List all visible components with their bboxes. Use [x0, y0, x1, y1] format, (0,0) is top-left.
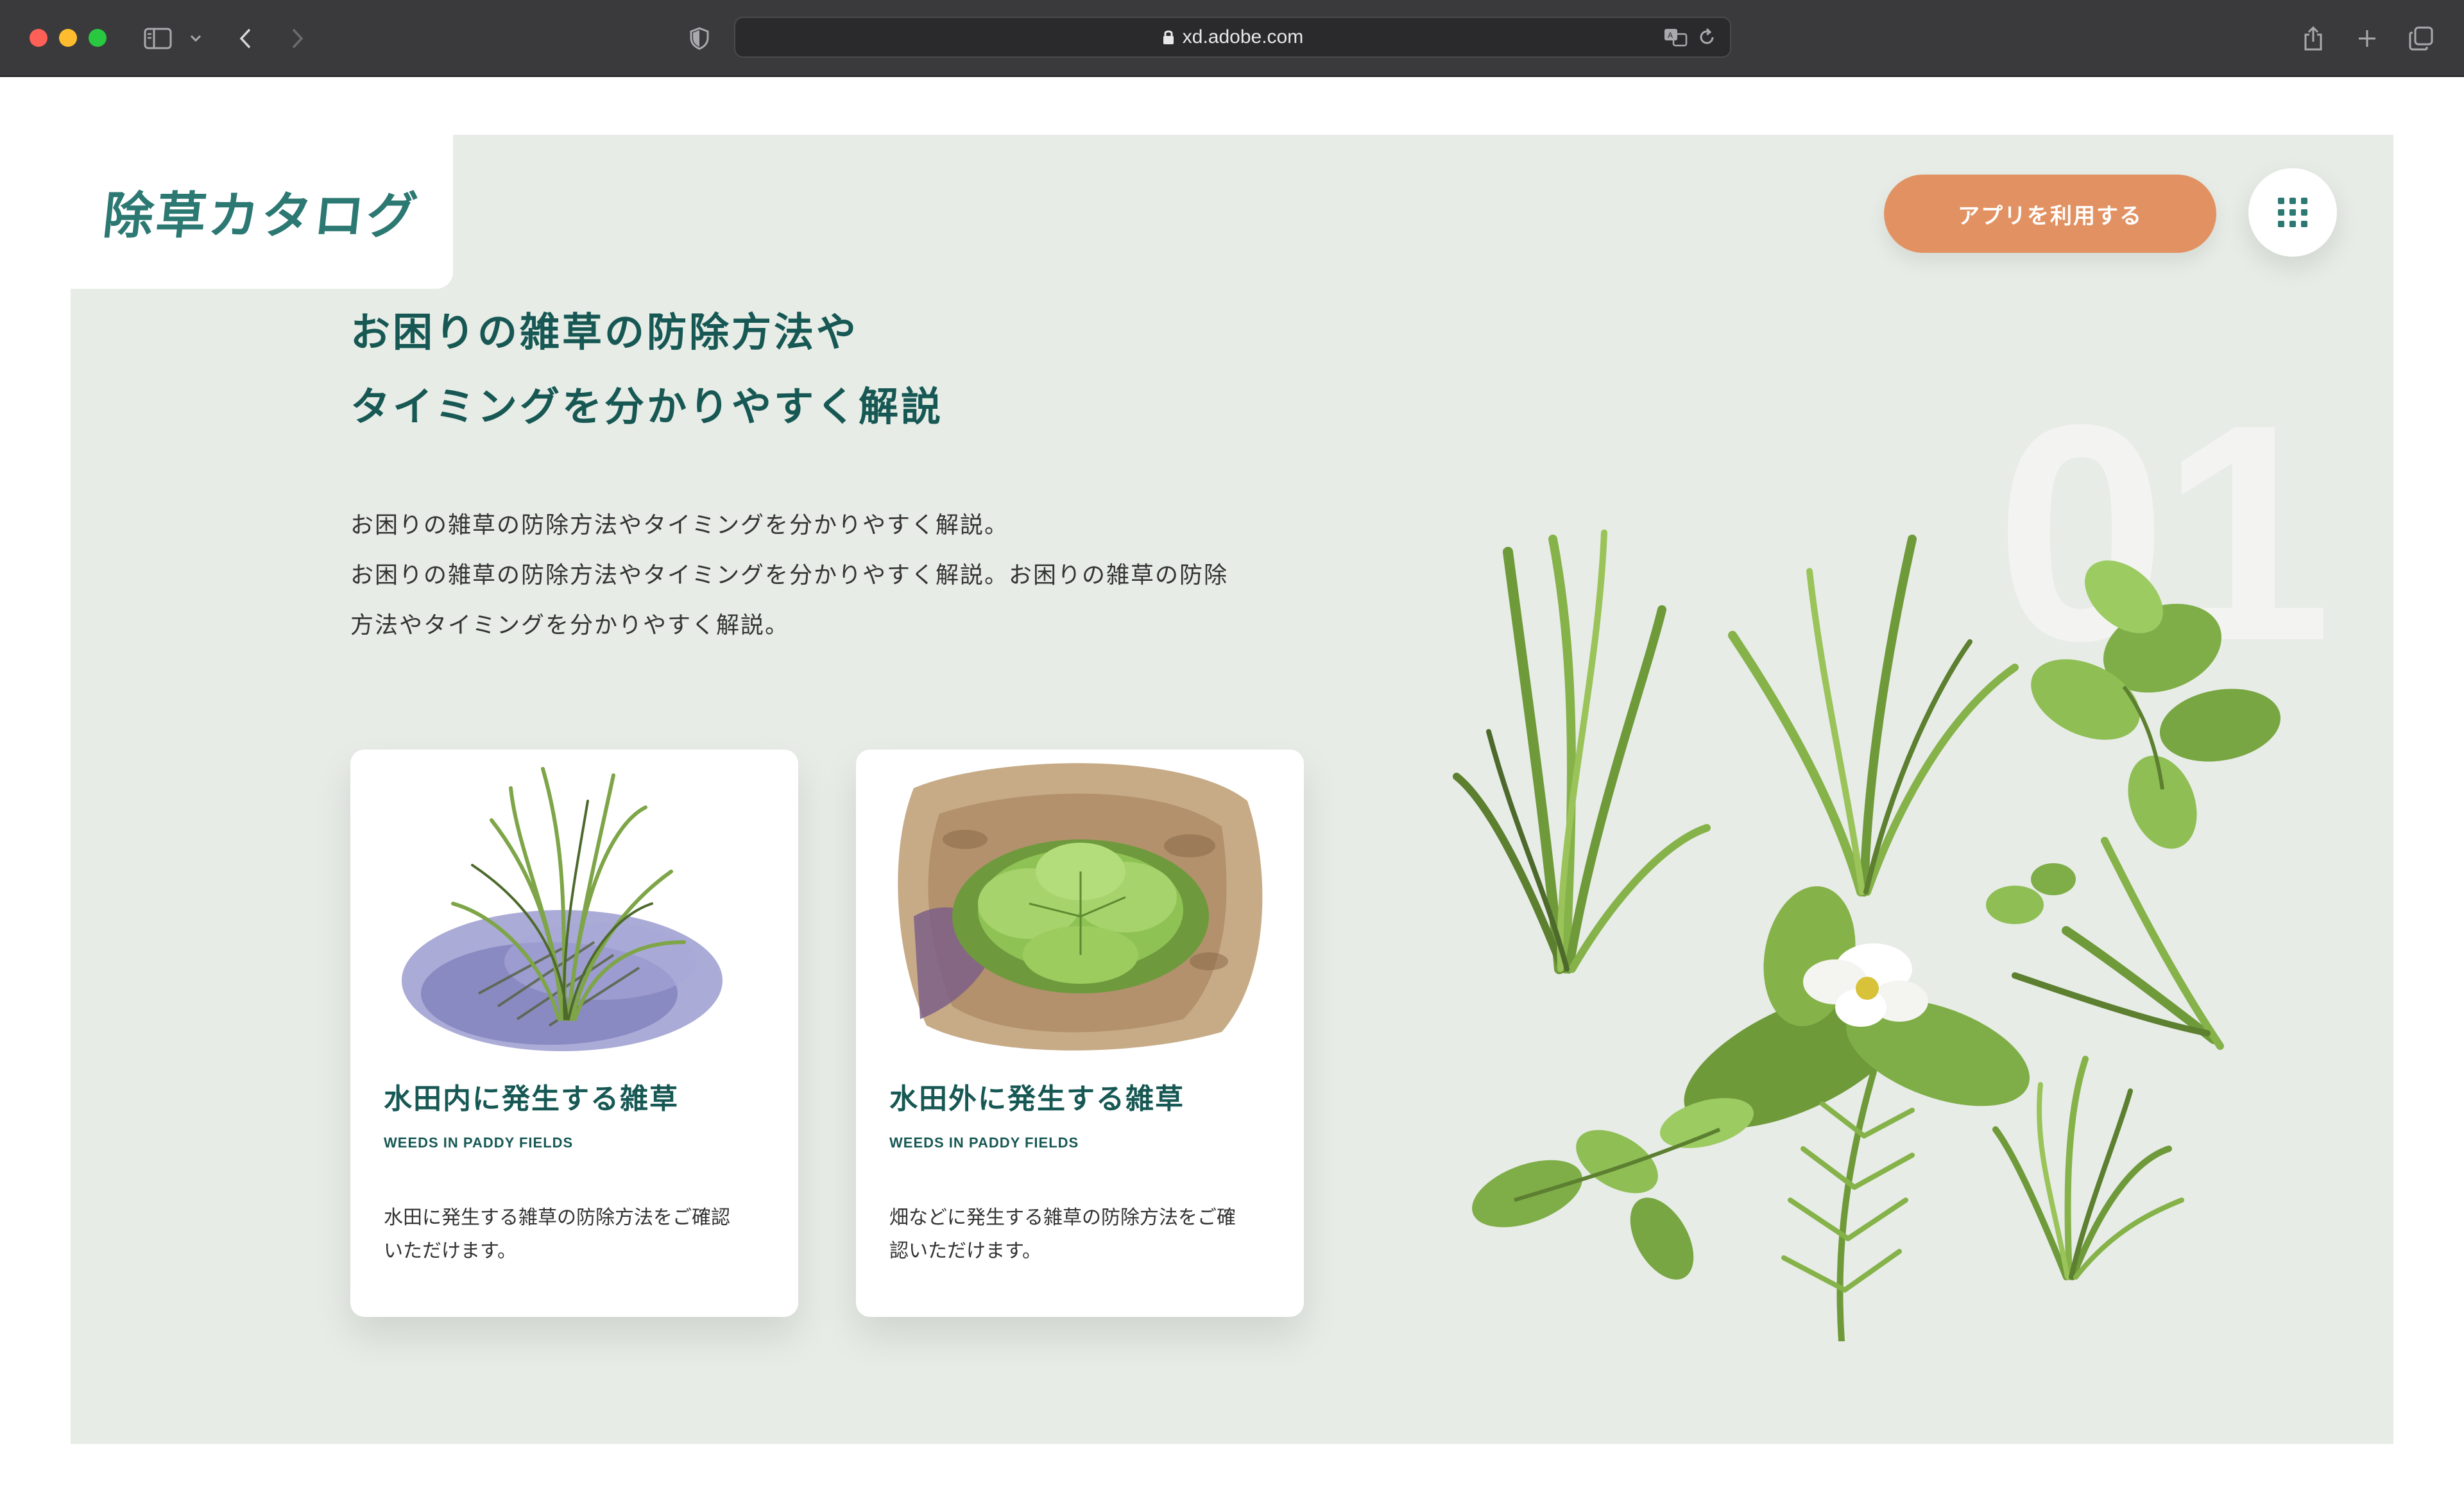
svg-text:A: A — [1668, 31, 1673, 40]
small-leaf-weed-plant — [1472, 1098, 1754, 1280]
rice-weed-illustration — [402, 767, 723, 1051]
grid-menu-button[interactable] — [2248, 168, 2337, 257]
card-subtitle: WEEDS IN PADDY FIELDS — [889, 1135, 1079, 1151]
shield-icon[interactable] — [685, 21, 714, 56]
card-description: 水田に発生する雑草の防除方法をご確認 いただけます。 — [384, 1201, 769, 1268]
hero-description: お困りの雑草の防除方法やタイミングを分かりやすく解説。 お困りの雑草の防除方法や… — [350, 501, 1351, 651]
grass-plant — [1728, 535, 2019, 897]
close-window-button[interactable] — [30, 29, 47, 47]
headline-line-2: タイミングを分かりやすく解説 — [350, 383, 944, 430]
tabs-icon[interactable] — [2405, 21, 2437, 56]
field-weed-illustration — [898, 763, 1263, 1051]
leafy-weed-plant — [2031, 560, 2281, 849]
url-text: xd.adobe.com — [1182, 26, 1304, 47]
logo-container[interactable]: 除草カタログ — [71, 135, 453, 289]
back-icon[interactable] — [231, 21, 259, 56]
translate-icon[interactable]: A — [1663, 24, 1689, 50]
hero-section: 除草カタログ アプリを利用する お困りの雑草の防除方法や タイミングを分かりやす… — [71, 135, 2393, 1444]
hero-headline: お困りの雑草の防除方法や タイミングを分かりやすく解説 — [350, 295, 943, 444]
tall-grass-plant — [1453, 529, 1711, 974]
description-line-3: 方法やタイミングを分かりやすく解説。 — [350, 612, 790, 639]
web-page: 除草カタログ アプリを利用する お困りの雑草の防除方法や タイミングを分かりやす… — [0, 77, 2464, 1503]
sidebar-icon[interactable] — [140, 21, 176, 56]
card-description-line-1: 水田に発生する雑草の防除方法をご確認 — [384, 1207, 730, 1229]
card-description-line-2: いただけます。 — [384, 1240, 517, 1262]
browser-toolbar: xd.adobe.com A — [0, 0, 2464, 77]
card-description-line-1: 畑などに発生する雑草の防除方法をご確 — [889, 1207, 1236, 1229]
weed-collection-illustration — [1453, 529, 2281, 1341]
category-card-paddy-inside[interactable]: 水田内に発生する雑草 WEEDS IN PADDY FIELDS 水田に発生する… — [350, 750, 798, 1317]
description-line-2: お困りの雑草の防除方法やタイミングを分かりやすく解説。お困りの雑草の防除 — [350, 562, 1229, 588]
zoom-window-button[interactable] — [89, 29, 107, 47]
card-description: 畑などに発生する雑草の防除方法をご確 認いただけます。 — [889, 1201, 1274, 1268]
chevron-down-icon[interactable] — [186, 21, 205, 56]
minimize-window-button[interactable] — [59, 29, 77, 47]
address-bar[interactable]: xd.adobe.com A — [734, 17, 1731, 58]
reload-icon[interactable] — [1694, 24, 1720, 50]
card-title: 水田外に発生する雑草 — [889, 1083, 1185, 1115]
forward-icon[interactable] — [284, 21, 312, 56]
lock-icon — [1163, 30, 1174, 44]
category-card-paddy-outside[interactable]: 水田外に発生する雑草 WEEDS IN PADDY FIELDS 畑などに発生す… — [856, 750, 1304, 1317]
share-icon[interactable] — [2297, 21, 2329, 56]
use-app-button[interactable]: アプリを利用する — [1884, 175, 2216, 253]
plus-icon[interactable] — [2351, 21, 2383, 56]
card-subtitle: WEEDS IN PADDY FIELDS — [384, 1135, 574, 1151]
grid-menu-icon — [2278, 198, 2307, 227]
fern-weed-plant — [1781, 1069, 1915, 1341]
card-title: 水田内に発生する雑草 — [384, 1083, 679, 1115]
vine-weed-plant — [1986, 837, 2224, 1050]
headline-line-1: お困りの雑草の防除方法や — [350, 309, 859, 356]
description-line-1: お困りの雑草の防除方法やタイミングを分かりやすく解説。 — [350, 512, 1009, 538]
site-logo[interactable]: 除草カタログ — [100, 176, 424, 248]
card-description-line-2: 認いただけます。 — [889, 1240, 1041, 1262]
